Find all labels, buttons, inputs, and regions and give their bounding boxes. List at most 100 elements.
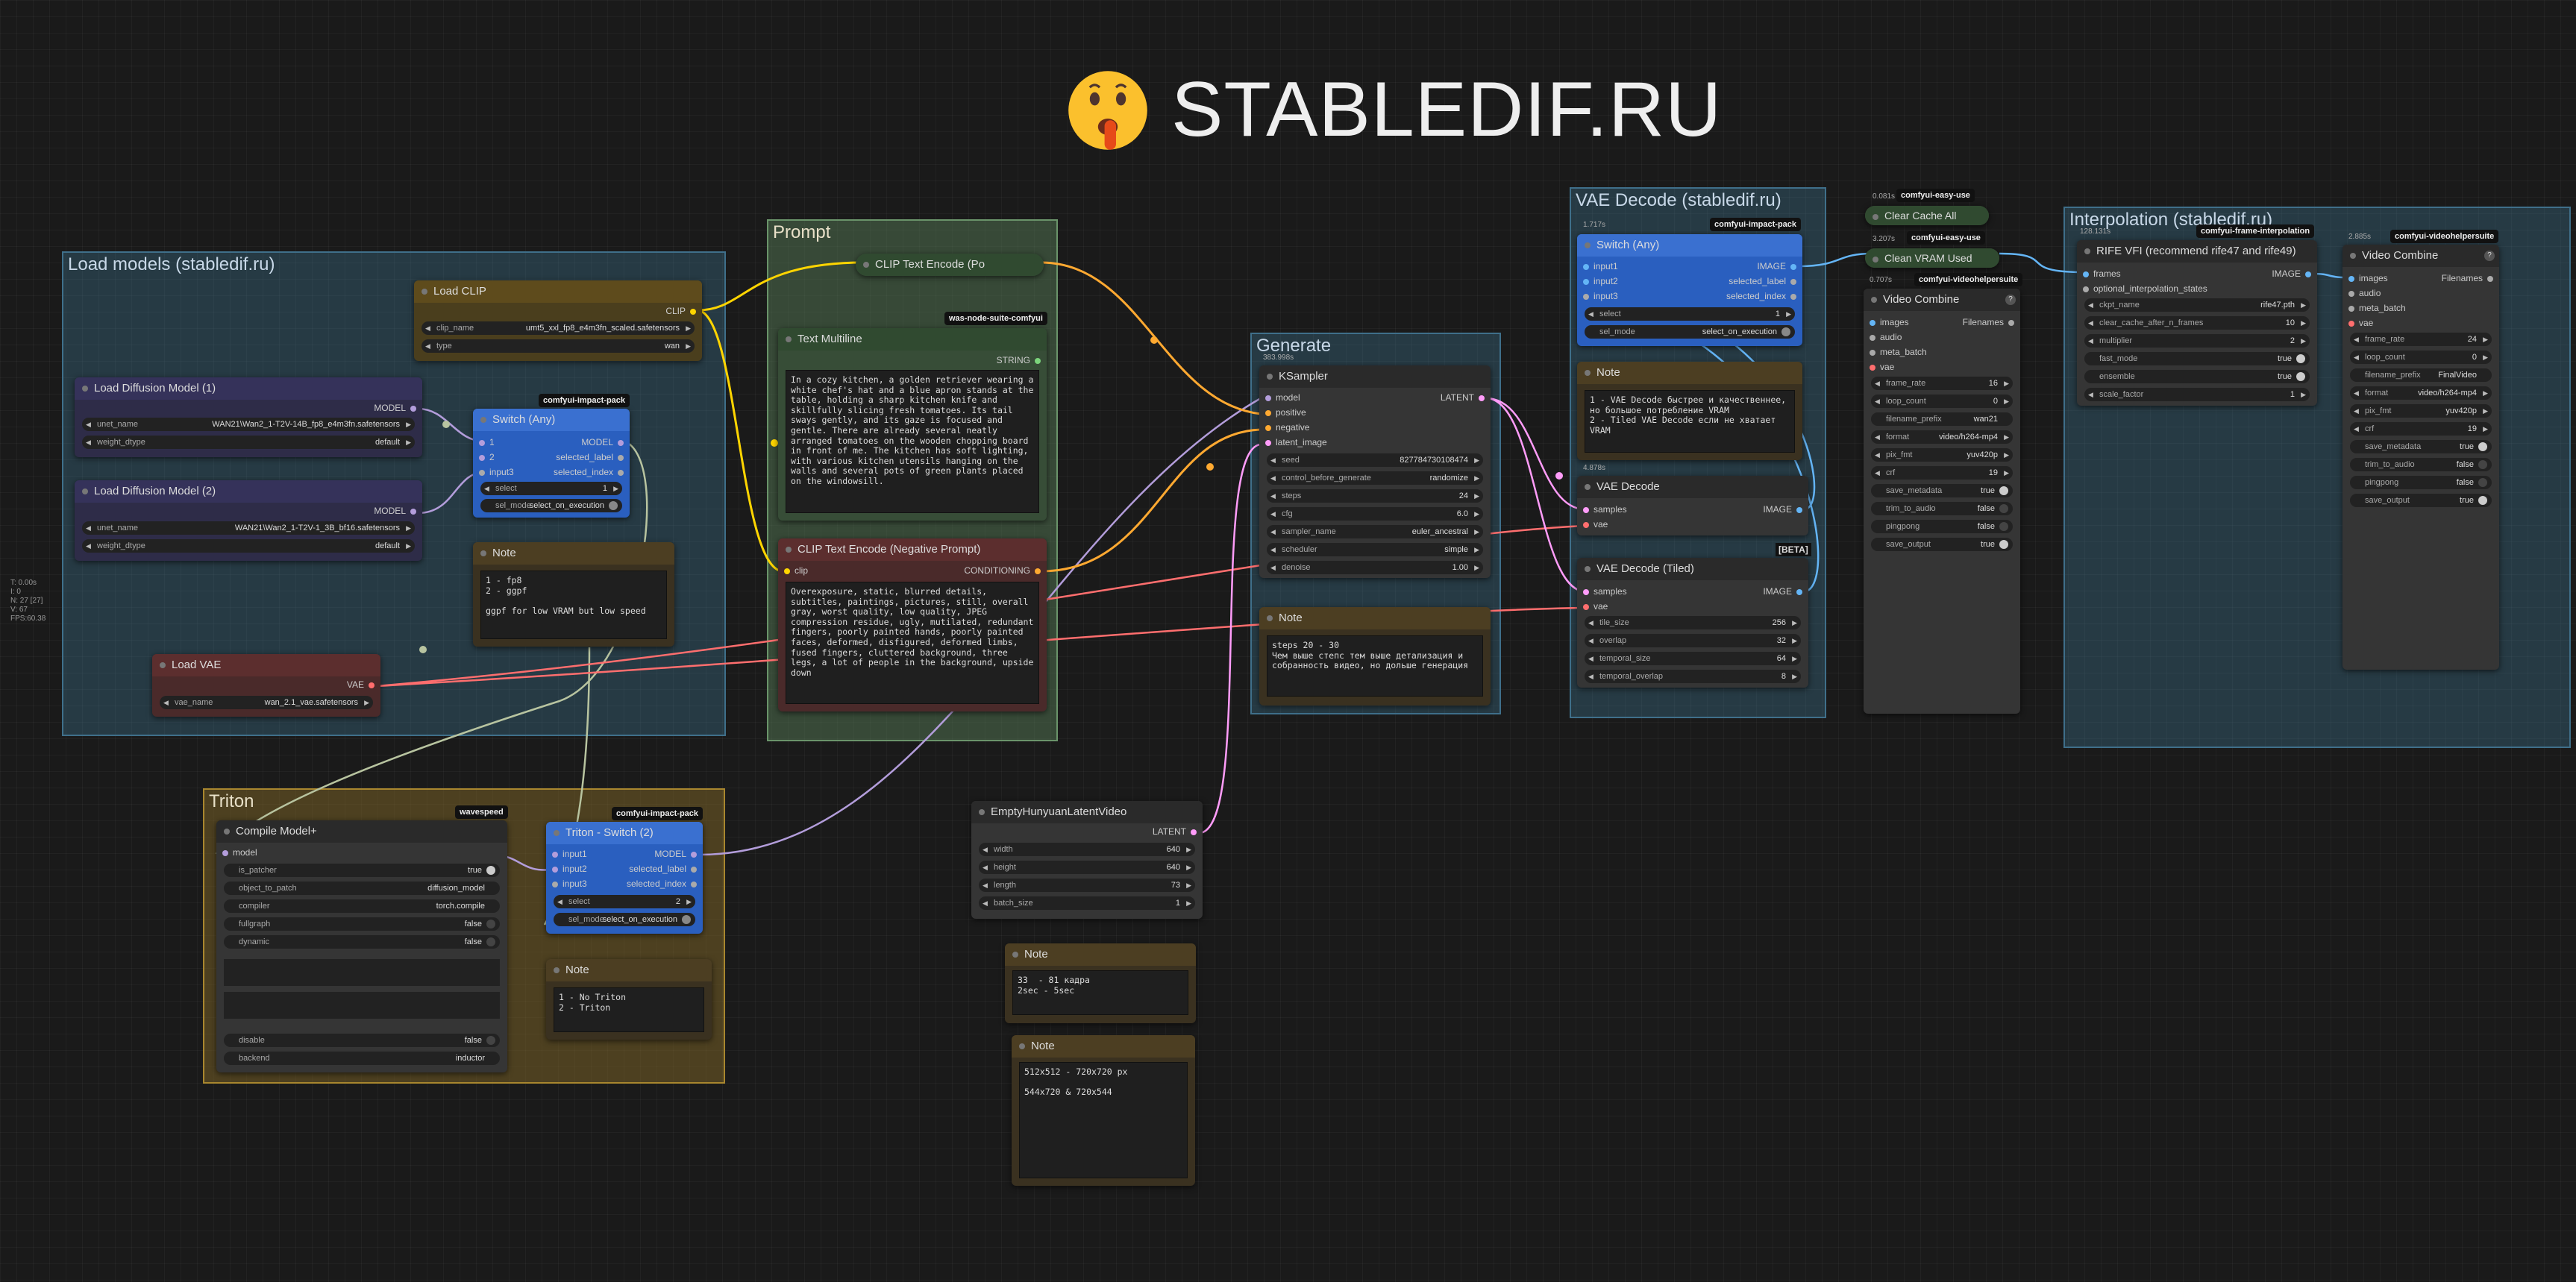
widget-clear-cache-after-n-frames[interactable]: clear_cache_after_n_frames 10 [2084, 316, 2310, 330]
prompt-textarea[interactable]: In a cozy kitchen, a golden retriever we… [786, 370, 1039, 513]
node-title[interactable]: Triton - Switch (2) [546, 822, 703, 844]
output-vae[interactable]: VAE [347, 679, 375, 690]
input-3[interactable]: input3 [1583, 291, 1618, 301]
node-clip-text-encode-positive[interactable]: CLIP Text Encode (Po [856, 254, 1044, 276]
input-meta-batch[interactable]: meta_batch [2348, 303, 2406, 313]
help-icon[interactable]: ? [2484, 251, 2495, 261]
widget-crf[interactable]: crf 19 [2350, 422, 2492, 436]
input-vae[interactable]: vae [1870, 362, 1894, 372]
node-note-triton[interactable]: Note 1 - No Triton 2 - Triton [546, 959, 712, 1040]
widget-weight-dtype[interactable]: weight_dtype default [82, 539, 415, 553]
widget-clip-name[interactable]: clip_name umt5_xxl_fp8_e4m3fn_scaled.safe… [422, 321, 695, 335]
input-vae[interactable]: vae [1583, 601, 1608, 612]
widget-loop-count[interactable]: loop_count 0 [1871, 395, 2013, 408]
input-vae[interactable]: vae [1583, 519, 1608, 530]
widget-type[interactable]: type wan [422, 339, 695, 353]
node-title[interactable]: RIFE VFI (recommend rife47 and rife49) [2077, 240, 2317, 263]
widget-weight-dtype[interactable]: weight_dtype default [82, 436, 415, 449]
negative-prompt-textarea[interactable]: Overexposure, static, blurred details, s… [786, 582, 1039, 704]
widget-save-metadata[interactable]: save_metadata true [2350, 440, 2492, 453]
widget-batch-size[interactable]: batch_size 1 [979, 896, 1195, 910]
output-selected-index[interactable]: selected_index [1726, 291, 1796, 301]
node-title[interactable]: Note [1259, 607, 1491, 629]
node-switch-any-image[interactable]: Switch (Any) input1 input2 input3 IMAGE … [1577, 234, 1802, 346]
output-filenames[interactable]: Filenames [2442, 273, 2493, 283]
widget-sel-mode[interactable]: sel_mode select_on_execution [480, 499, 622, 512]
output-selected-label[interactable]: selected_label [1729, 276, 1796, 286]
widget-format[interactable]: format video/h264-mp4 [1871, 430, 2013, 444]
output-latent[interactable]: LATENT [1441, 392, 1485, 403]
input-audio[interactable]: audio [1870, 332, 1902, 342]
input-1[interactable]: 1 [479, 437, 495, 447]
widget-backend[interactable]: backend inductor [224, 1052, 500, 1065]
node-title[interactable]: Clean VRAM Used [1865, 248, 1999, 268]
empty-field[interactable] [224, 959, 500, 986]
widget-temporal-size[interactable]: temporal_size 64 [1585, 652, 1801, 665]
node-title[interactable]: Load Diffusion Model (2) [75, 480, 422, 503]
node-load-vae[interactable]: Load VAE VAE vae_name wan_2.1_vae.safeten… [152, 654, 380, 717]
widget-fast-mode[interactable]: fast_mode true [2084, 352, 2310, 365]
node-title[interactable]: Load Diffusion Model (1) [75, 377, 422, 400]
widget-filename-prefix[interactable]: filename_prefix wan21 [1871, 412, 2013, 426]
output-filenames[interactable]: Filenames [1963, 317, 2014, 327]
node-clear-cache-all[interactable]: Clear Cache All [1865, 206, 1989, 225]
widget-length[interactable]: length 73 [979, 879, 1195, 892]
node-title[interactable]: Note [546, 959, 712, 981]
node-title[interactable]: Switch (Any) [473, 409, 630, 431]
widget-fullgraph[interactable]: fullgraph false [224, 917, 500, 931]
node-title[interactable]: Video Combine [2342, 245, 2499, 267]
node-rife-vfi[interactable]: RIFE VFI (recommend rife47 and rife49) f… [2077, 240, 2317, 406]
widget-trim-to-audio[interactable]: trim_to_audio false [2350, 458, 2492, 471]
node-title[interactable]: Note [473, 542, 674, 565]
output-image[interactable]: IMAGE [1763, 586, 1802, 597]
widget-disable[interactable]: disable false [224, 1034, 500, 1047]
note-text[interactable]: steps 20 - 30 Чем выше степс тем выше де… [1267, 635, 1483, 697]
input-samples[interactable]: samples [1583, 586, 1627, 597]
node-note-vae[interactable]: Note 1 - VAE Decode быстрее и качественн… [1577, 362, 1802, 460]
node-load-diffusion-model-2[interactable]: Load Diffusion Model (2) MODEL unet_name… [75, 480, 422, 561]
note-text[interactable]: 1 - VAE Decode быстрее и качественнее, н… [1585, 390, 1795, 453]
node-video-combine-2[interactable]: Video Combine ? images audio meta_batch … [2342, 245, 2499, 670]
output-model[interactable]: MODEL [581, 437, 624, 447]
output-string[interactable]: STRING [997, 355, 1041, 365]
widget-loop-count[interactable]: loop_count 0 [2350, 351, 2492, 364]
widget-overlap[interactable]: overlap 32 [1585, 634, 1801, 647]
node-title[interactable]: CLIP Text Encode (Negative Prompt) [778, 538, 1047, 561]
output-model[interactable]: MODEL [374, 403, 416, 413]
widget-unet-name[interactable]: unet_name WAN21\Wan2_1-T2V-1_3B_bf16.safe… [82, 521, 415, 535]
input-3[interactable]: input3 [479, 467, 514, 477]
widget-select[interactable]: select 1 [480, 482, 622, 495]
widget-sel-mode[interactable]: sel_mode select_on_execution [1585, 325, 1795, 339]
widget-multiplier[interactable]: multiplier 2 [2084, 334, 2310, 348]
node-title[interactable]: Note [1012, 1035, 1195, 1058]
node-note-frames[interactable]: Note 33 - 81 кадра 2sec - 5sec [1005, 943, 1196, 1023]
empty-field[interactable] [224, 992, 500, 1019]
node-switch-any-1[interactable]: Switch (Any) 1 2 input3 MODEL selected_l… [473, 409, 630, 518]
widget-is-patcher[interactable]: is_patcher true [224, 864, 500, 877]
output-model[interactable]: MODEL [654, 849, 697, 859]
node-triton-switch[interactable]: Triton - Switch (2) input1 input2 input3… [546, 822, 703, 934]
widget-pingpong[interactable]: pingpong false [2350, 476, 2492, 489]
widget-object-to-patch[interactable]: object_to_patch diffusion_model [224, 882, 500, 895]
widget-cfg[interactable]: cfg 6.0 [1267, 507, 1483, 521]
node-compile-model[interactable]: Compile Model+ model is_patcher true obje… [216, 820, 507, 1072]
input-1[interactable]: input1 [552, 849, 587, 859]
widget-temporal-overlap[interactable]: temporal_overlap 8 [1585, 670, 1801, 683]
input-samples[interactable]: samples [1583, 504, 1627, 515]
input-latent-image[interactable]: latent_image [1265, 437, 1327, 447]
output-selected-index[interactable]: selected_index [627, 879, 697, 889]
output-selected-label[interactable]: selected_label [629, 864, 697, 874]
output-image[interactable]: IMAGE [1757, 261, 1796, 271]
node-title[interactable]: Clear Cache All [1865, 206, 1989, 225]
input-images[interactable]: images [2348, 273, 2388, 283]
widget-save-output[interactable]: save_output true [1871, 538, 2013, 551]
widget-dynamic[interactable]: dynamic false [224, 935, 500, 949]
node-title[interactable]: VAE Decode [1577, 476, 1808, 498]
node-note-resolution[interactable]: Note 512x512 - 720x720 px 544x720 & 720x… [1012, 1035, 1195, 1186]
node-title[interactable]: CLIP Text Encode (Po [856, 254, 1044, 276]
node-load-diffusion-model-1[interactable]: Load Diffusion Model (1) MODEL unet_name… [75, 377, 422, 457]
input-meta-batch[interactable]: meta_batch [1870, 347, 1927, 357]
widget-sel-mode[interactable]: sel_mode select_on_execution [554, 913, 695, 926]
widget-sampler-name[interactable]: sampler_name euler_ancestral [1267, 525, 1483, 538]
node-title[interactable]: Compile Model+ [216, 820, 507, 843]
